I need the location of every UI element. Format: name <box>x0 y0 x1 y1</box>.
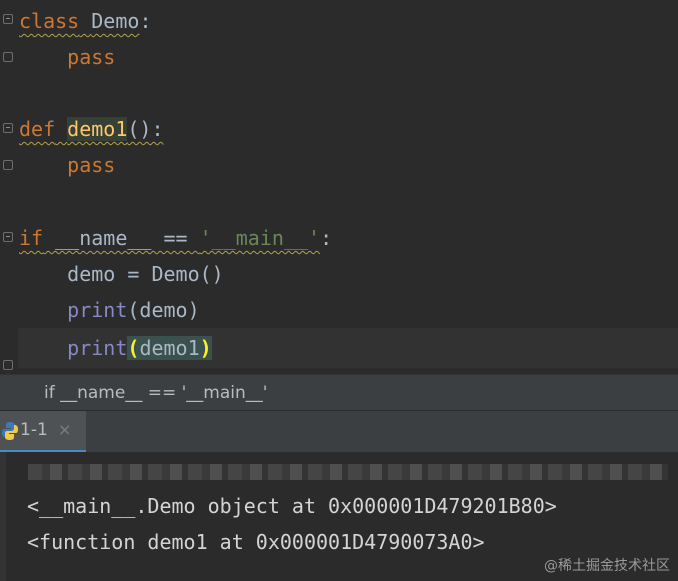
code-line-7[interactable]: if __name__ == '__main__': <box>19 220 332 256</box>
fold-end-icon[interactable] <box>3 52 13 62</box>
code-line-4[interactable]: def demo1(): <box>19 111 164 147</box>
console-gutter <box>0 452 6 581</box>
keyword-def: def <box>19 117 56 141</box>
breadcrumb-item[interactable]: if __name__ == '__main__' <box>0 383 267 403</box>
watermark: @稀土掘金技术社区 <box>544 558 670 574</box>
builtin-print: print <box>67 298 128 322</box>
matched-brace-close: ) <box>199 336 212 360</box>
run-tool-window-tabs: 1-1 × <box>0 410 678 453</box>
code-line-8[interactable]: demo = Demo() <box>19 256 224 292</box>
keyword-pass: pass <box>67 45 116 69</box>
keyword-class: class <box>19 9 80 33</box>
code-editor[interactable]: class Demo: pass def demo1(): pass if __… <box>0 0 678 374</box>
tab-run-1-1[interactable]: 1-1 × <box>0 411 86 453</box>
fold-end-icon[interactable] <box>3 160 13 170</box>
console-output-line: <__main__.Demo object at 0x000001D479201… <box>27 494 557 518</box>
close-icon[interactable]: × <box>58 411 71 449</box>
builtin-print: print <box>67 336 128 360</box>
string-literal: '__main__' <box>199 226 321 250</box>
code-line-2[interactable]: pass <box>19 39 115 75</box>
tab-label: 1-1 <box>20 420 48 440</box>
fold-marker-icon[interactable] <box>3 123 13 133</box>
keyword-pass: pass <box>67 153 116 177</box>
code-line-5[interactable]: pass <box>19 147 115 183</box>
matched-brace-open: ( <box>127 336 140 360</box>
fold-end-icon[interactable] <box>3 360 13 370</box>
fold-marker-icon[interactable] <box>3 232 13 242</box>
code-line-9[interactable]: print(demo) <box>19 292 199 328</box>
function-name: demo1 <box>67 117 128 141</box>
python-icon <box>2 422 18 440</box>
keyword-if: if <box>19 226 44 250</box>
run-console[interactable]: <__main__.Demo object at 0x000001D479201… <box>0 452 678 581</box>
fold-marker-icon[interactable] <box>3 14 13 24</box>
class-name: Demo <box>91 9 140 33</box>
redacted-command-line <box>28 464 668 480</box>
console-output-line: <function demo1 at 0x000001D4790073A0> <box>27 530 485 554</box>
editor-gutter <box>0 0 18 374</box>
breadcrumb[interactable]: if __name__ == '__main__' <box>0 374 678 411</box>
code-line-10[interactable]: print(demo1) <box>19 330 212 366</box>
code-line-1[interactable]: class Demo: <box>19 3 151 39</box>
